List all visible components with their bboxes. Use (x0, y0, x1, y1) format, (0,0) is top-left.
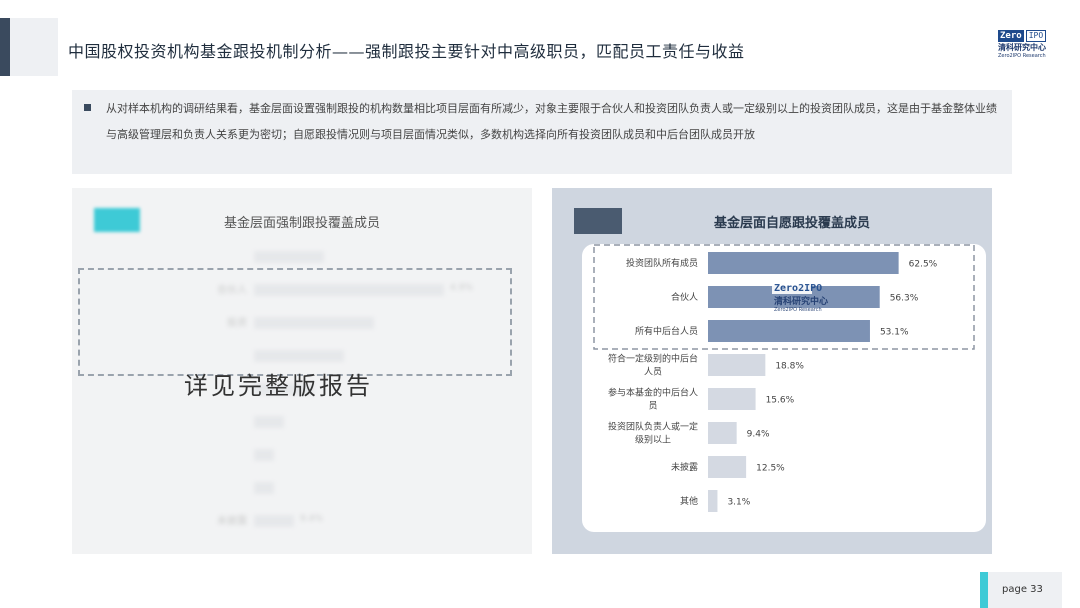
blurred-row-value: 9.4% (300, 514, 323, 524)
value-label: 62.5% (909, 260, 938, 270)
value-label: 15.6% (766, 396, 795, 406)
summary-text: 从对样本机构的调研结果看，基金层面设置强制跟投的机构数量相比项目层面有所减少，对… (106, 102, 997, 141)
right-panel-accent (574, 208, 622, 234)
page-number: page 33 (1002, 584, 1043, 595)
watermark-text: 详见完整版报告 (184, 372, 373, 400)
zero2ipo-logo: Zero IPO 清科研究中心 Zero2IPO Research (998, 30, 1062, 64)
chart-card: 投资团队所有成员 62.5% 合伙人 56.3% 所有中后台人员 53.1% 符合一定级别的… (582, 244, 986, 532)
blurred-row-bar (254, 449, 274, 461)
blurred-row-bar (254, 416, 284, 428)
category-label: 符合一定级别的中后台人员 (608, 353, 698, 378)
right-chart-title: 基金层面自愿跟投覆盖成员 (713, 216, 870, 231)
logo-en-text: Zero2IPO Research (998, 53, 1046, 59)
svg-text:清科研究中心: 清科研究中心 (774, 295, 828, 307)
category-label: 未披露 (671, 461, 698, 473)
value-label: 56.3% (890, 294, 919, 304)
page-title: 中国股权投资机构基金跟投机制分析——强制跟投主要针对中高级职员，匹配员工责任与收… (68, 42, 745, 61)
blurred-row-bar (254, 251, 324, 263)
bar-chart: 投资团队所有成员 62.5% 合伙人 56.3% 所有中后台人员 53.1% 符合一定级别的… (593, 244, 975, 512)
left-panel-accent (94, 208, 140, 232)
blurred-row (72, 248, 532, 266)
category-label: 所有中后台人员 (635, 325, 698, 337)
blurred-row (72, 479, 532, 497)
logo-ipo: IPO (1025, 30, 1047, 42)
header-band (10, 18, 58, 76)
blurred-row (72, 413, 532, 431)
logo-zero: Zero (998, 30, 1024, 42)
value-label: 12.5% (756, 464, 785, 474)
bar (708, 422, 737, 444)
left-chart-panel: 基金层面强制跟投覆盖成员 合伙人 4.9% 投资 未披露 9.4% 详见完整版报告 (72, 188, 532, 554)
category-label: 投资团队负责人或一定级别以上 (608, 421, 698, 446)
blurred-row-label: 未披露 (217, 516, 247, 527)
footer-accent-bar (980, 572, 988, 608)
left-highlight-dashed-box (78, 268, 512, 376)
value-label: 18.8% (775, 362, 804, 372)
svg-text:Zero2IPO Research: Zero2IPO Research (774, 307, 822, 313)
bar (708, 320, 870, 342)
left-chart-title: 基金层面强制跟投覆盖成员 (223, 216, 380, 231)
blurred-row: 未披露 9.4% (72, 512, 532, 530)
bar (708, 354, 766, 376)
category-label: 合伙人 (671, 291, 698, 303)
value-label: 53.1% (880, 328, 909, 338)
category-label: 其他 (680, 495, 698, 507)
blurred-row-bar (254, 515, 294, 527)
bar (708, 388, 756, 410)
blurred-row (72, 446, 532, 464)
bar (708, 490, 718, 512)
right-chart-panel: 基金层面自愿跟投覆盖成员 投资团队所有成员 62.5% 合伙人 56.3% 所有中后台人… (552, 188, 992, 554)
logo-cn-text: 清科研究中心 (998, 43, 1046, 52)
category-label: 参与本基金的中后台人员 (608, 387, 698, 412)
value-label: 3.1% (727, 498, 750, 508)
value-label: 9.4% (747, 430, 770, 440)
header-accent-bar (0, 18, 10, 76)
bar (708, 456, 747, 478)
svg-text:Zero2IPO: Zero2IPO (774, 283, 822, 294)
blurred-row-bar (254, 482, 274, 494)
category-label: 投资团队所有成员 (626, 257, 698, 269)
chart-watermark-logo: Zero2IPO清科研究中心Zero2IPO Research (772, 281, 828, 313)
bar (708, 252, 899, 274)
summary-bullet-icon (84, 104, 91, 111)
